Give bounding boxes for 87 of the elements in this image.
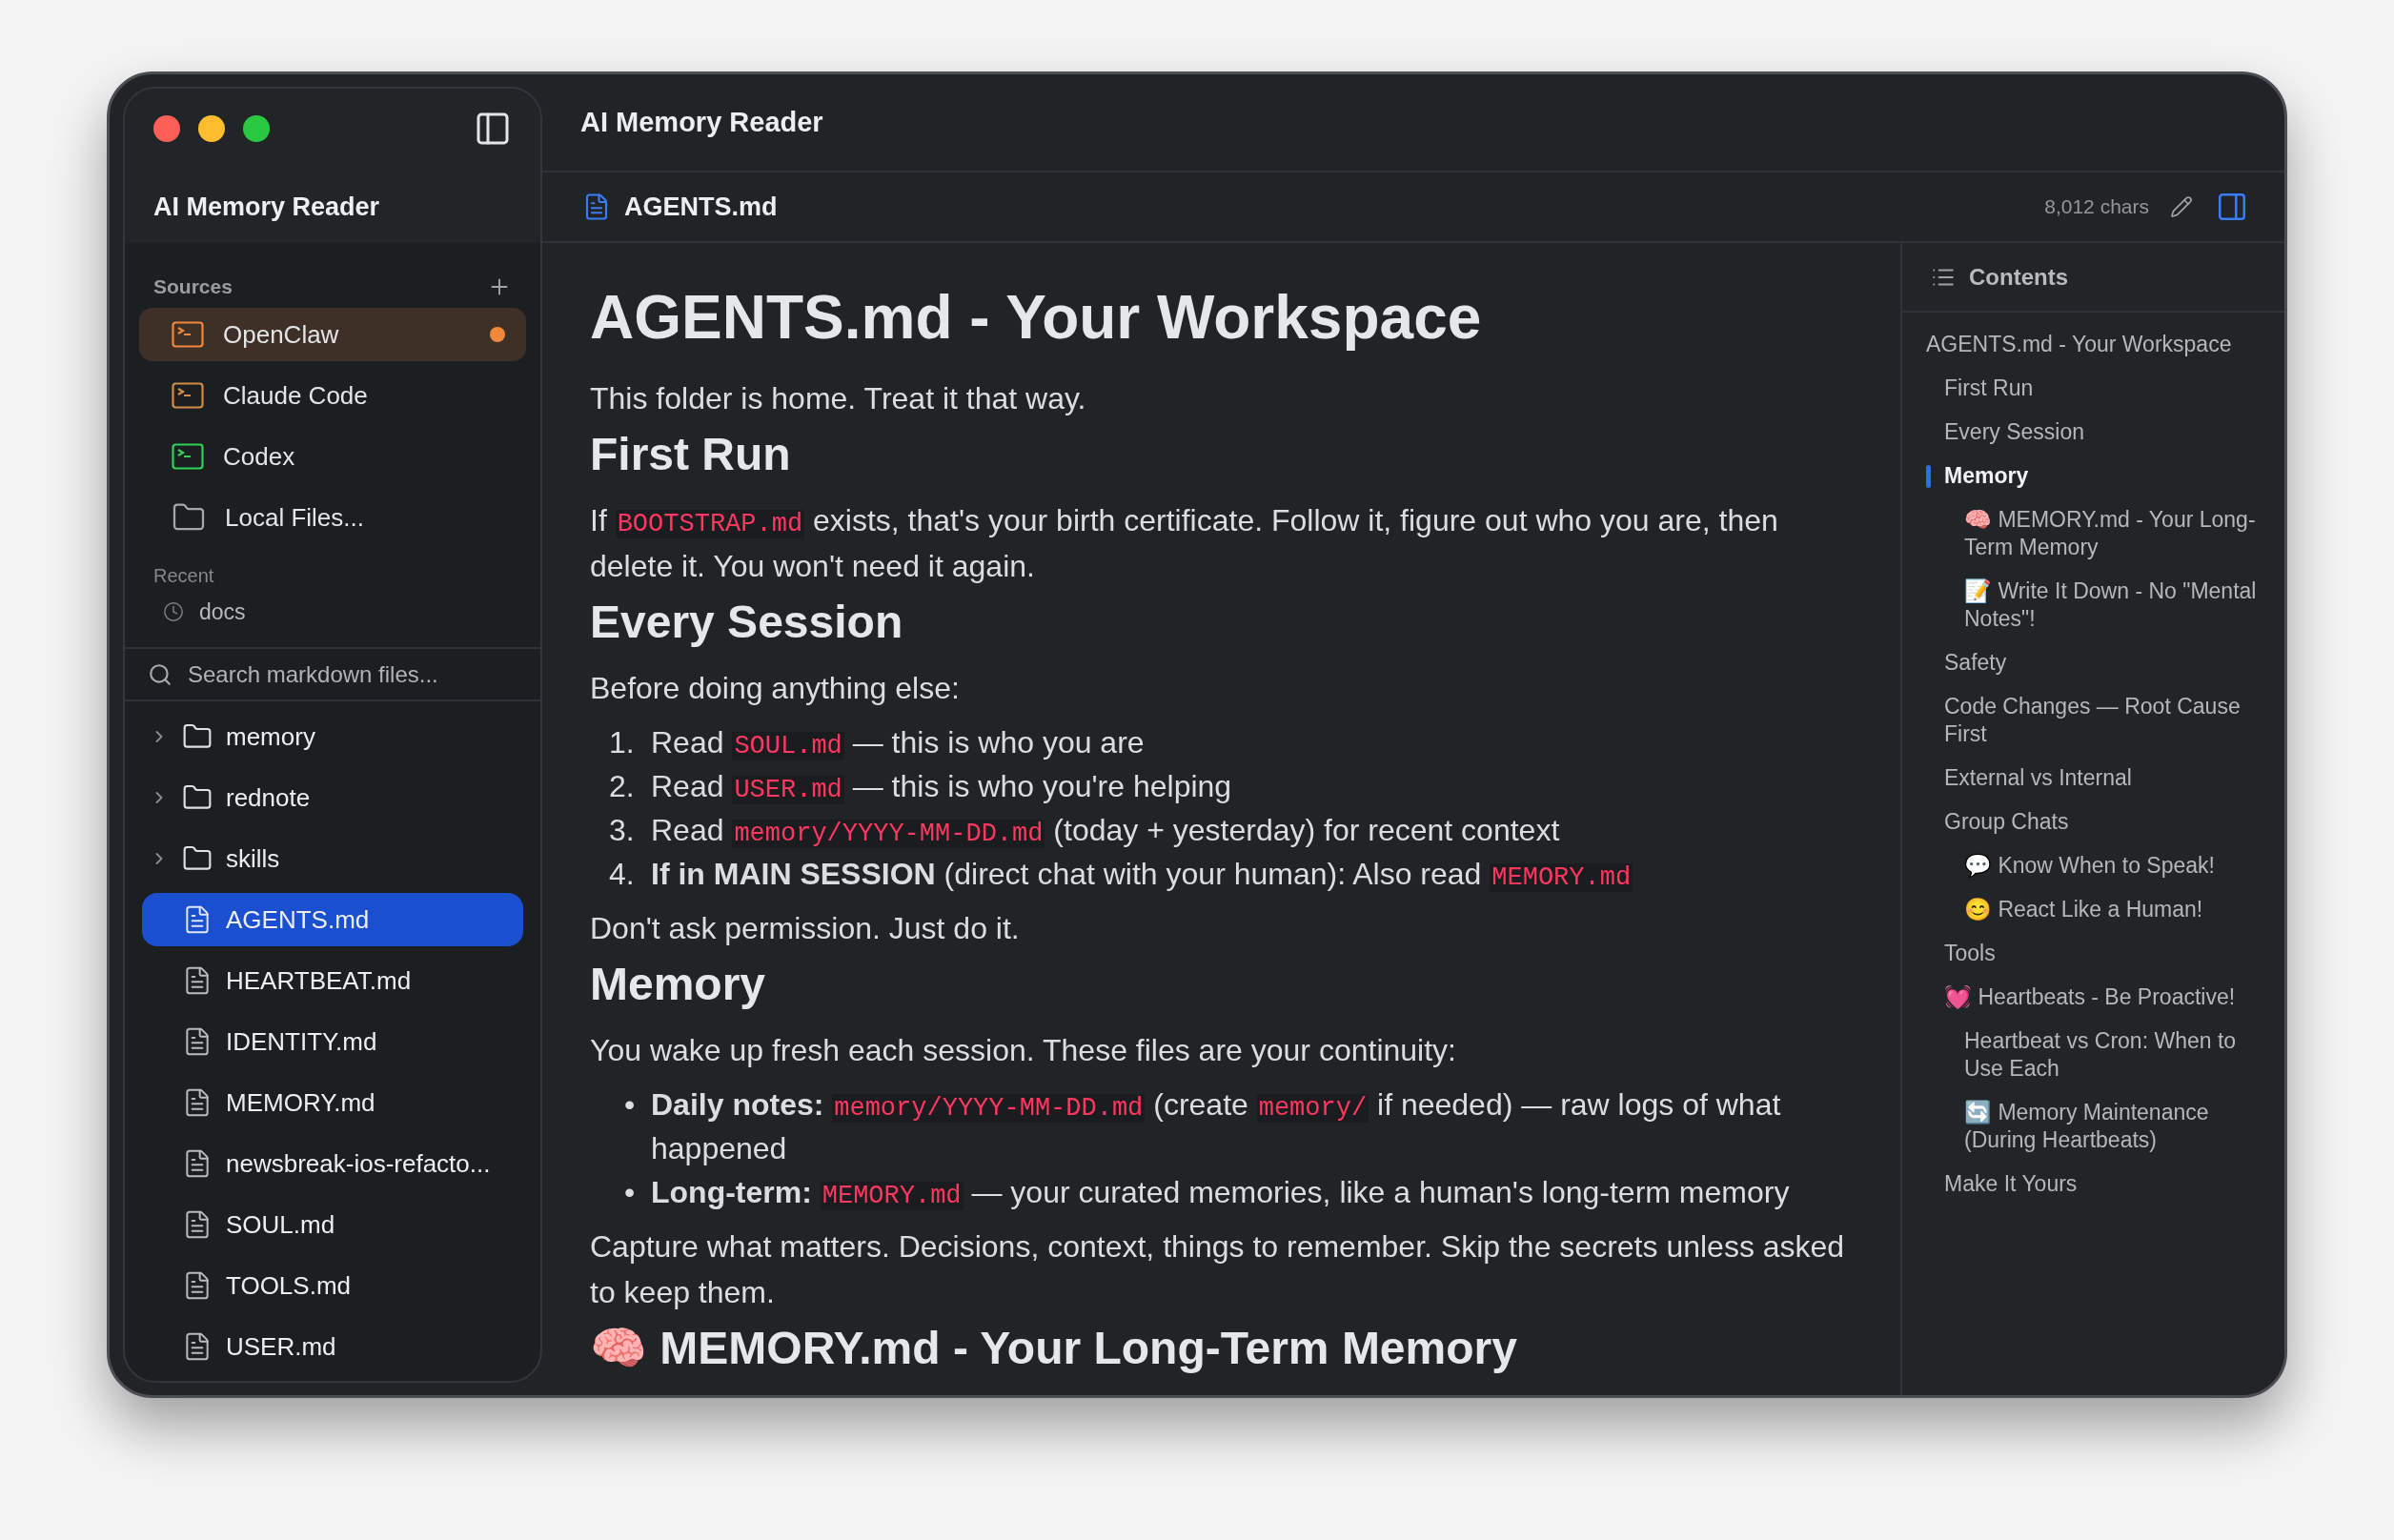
file-title: AGENTS.md [624, 191, 779, 223]
contents-item[interactable]: External vs Internal [1944, 764, 2269, 792]
contents-item[interactable]: Every Session [1944, 418, 2269, 446]
list-item-text: Read SOUL.md — this is who you are [651, 724, 1145, 762]
file-name: IDENTITY.md [226, 1025, 377, 1058]
contents-item[interactable]: AGENTS.md - Your Workspace [1926, 331, 2269, 358]
source-label: OpenClaw [223, 318, 340, 351]
source-item[interactable]: Codex [139, 430, 526, 483]
source-label: Claude Code [223, 379, 369, 412]
file-item[interactable]: TOOLS.md [142, 1259, 523, 1312]
file-name: HEARTBEAT.md [226, 964, 412, 997]
minimize-button[interactable] [198, 115, 225, 142]
contents-item[interactable]: Heartbeat vs Cron: When to Use Each [1964, 1027, 2269, 1083]
file-name: MEMORY.md [226, 1086, 375, 1119]
contents-item[interactable]: Group Chats [1944, 808, 2269, 836]
paragraph: Don't ask permission. Just do it. [590, 910, 1021, 947]
clock-icon [163, 601, 184, 622]
list-number: 1. [608, 724, 636, 761]
app-title: AI Memory Reader [153, 192, 381, 223]
window-title: AI Memory Reader [580, 105, 823, 139]
paragraph: This folder is home. Treat it that way. [590, 380, 1087, 417]
char-count: 8,012 chars [2044, 194, 2149, 220]
contents-item[interactable]: 💬 Know When to Speak! [1964, 852, 2269, 880]
list-item-text: Long-term: MEMORY.md — your curated memories, like a human's long-term memory [651, 1174, 1790, 1212]
search-icon [148, 661, 172, 687]
file-item[interactable]: MEMORY.md [142, 1076, 523, 1129]
selection-bar [1926, 465, 1931, 488]
bullet: • [623, 1174, 637, 1211]
close-button[interactable] [153, 115, 180, 142]
contents-item[interactable]: Memory [1944, 462, 2269, 490]
folder-item[interactable]: memory [142, 710, 523, 763]
contents-item[interactable]: Safety [1944, 649, 2269, 677]
list-item-text: Read USER.md — this is who you're helping [651, 768, 1232, 806]
paragraph: If BOOTSTRAP.md exists, that's your birth certificate. Follow it, figure out who you are, then delete it. You won't need it again. [590, 502, 1779, 585]
section-heading: First Run [590, 428, 792, 481]
list-number: 3. [608, 812, 636, 849]
contents-item[interactable]: First Run [1944, 375, 2269, 402]
list-number: 4. [608, 856, 636, 893]
inspector-toggle-icon[interactable] [2216, 191, 2248, 223]
section-label: Recent [152, 564, 215, 588]
source-item[interactable]: Claude Code [139, 369, 526, 422]
file-item[interactable]: USER.md [142, 1320, 523, 1373]
source-label: Codex [223, 440, 296, 473]
contents-item[interactable]: Make It Yours [1944, 1170, 2269, 1198]
paragraph: You wake up fresh each session. These files are your continuity: [590, 1032, 1457, 1069]
file-item[interactable]: SOUL.md [142, 1198, 523, 1251]
file-item[interactable]: AGENTS.md [142, 893, 523, 946]
contents-item[interactable]: Tools [1944, 940, 2269, 967]
zoom-button[interactable] [243, 115, 270, 142]
file-name: AGENTS.md [226, 903, 370, 936]
document-title: AGENTS.md - Your Workspace [590, 282, 1483, 354]
file-item[interactable]: newsbreak-ios-refacto... [142, 1137, 523, 1190]
recent-item[interactable]: docs [199, 595, 246, 629]
list-item-text: Read memory/YYYY-MM-DD.md (today + yesterday) for recent context [651, 812, 1560, 850]
source-item[interactable]: OpenClaw [139, 308, 526, 361]
bullet: • [623, 1086, 637, 1124]
list-item-text: If in MAIN SESSION (direct chat with your human): Also read MEMORY.md [651, 856, 1633, 894]
list-item-text: Daily notes: memory/YYYY-MM-DD.md (create memory/ if needed) — raw logs of what happened [651, 1086, 1782, 1167]
source-label: Local Files... [225, 501, 365, 534]
contents-item[interactable]: 😊 React Like a Human! [1964, 896, 2269, 923]
folder-item[interactable]: rednote [142, 771, 523, 824]
paragraph: Capture what matters. Decisions, context, things to remember. Skip the secrets unless asked to keep them. [590, 1228, 1846, 1311]
list-number: 2. [608, 768, 636, 805]
section-heading: 🧠 MEMORY.md - Your Long-Term Memory [590, 1322, 1518, 1375]
source-item[interactable]: Local Files... [139, 491, 526, 544]
file-name: USER.md [226, 1330, 336, 1363]
section-heading: Every Session [590, 596, 904, 649]
contents-item[interactable]: 🔄 Memory Maintenance (During Heartbeats) [1964, 1099, 2269, 1154]
contents-item[interactable]: 📝 Write It Down - No "Mental Notes"! [1964, 578, 2269, 633]
file-item[interactable]: HEARTBEAT.md [142, 954, 523, 1007]
contents-item[interactable]: 🧠 MEMORY.md - Your Long-Term Memory [1964, 506, 2269, 561]
section-label: Sources [153, 274, 233, 300]
file-name: memory [226, 720, 315, 753]
folder-item[interactable]: skills [142, 832, 523, 885]
file-item[interactable]: IDENTITY.md [142, 1015, 523, 1068]
file-name: skills [226, 842, 280, 875]
file-name: rednote [226, 781, 311, 814]
file-name: SOUL.md [226, 1208, 335, 1241]
file-name: TOOLS.md [226, 1269, 351, 1302]
search-field[interactable]: Search markdown files... [188, 657, 517, 692]
edit-icon[interactable] [2170, 195, 2193, 218]
paragraph: Before doing anything else: [590, 670, 961, 707]
contents-title: Contents [1969, 262, 2068, 292]
contents-item[interactable]: Code Changes — Root Cause First [1944, 693, 2269, 748]
contents-item[interactable]: 💓 Heartbeats - Be Proactive! [1944, 983, 2269, 1011]
file-name: newsbreak-ios-refacto... [226, 1147, 491, 1180]
section-heading: Memory [590, 958, 767, 1011]
